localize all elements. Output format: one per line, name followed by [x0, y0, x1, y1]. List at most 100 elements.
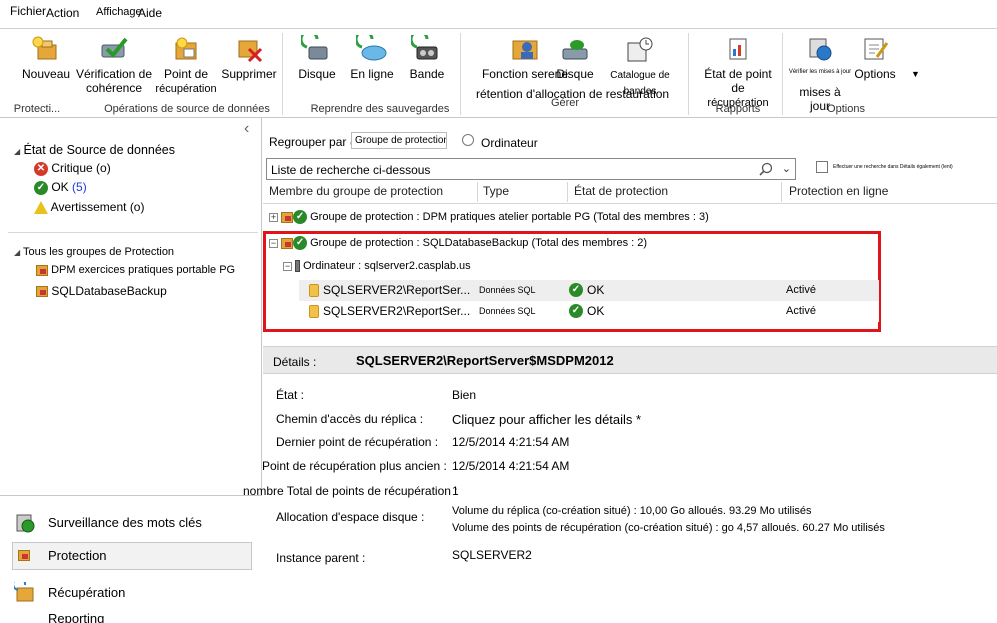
- database-icon: [309, 305, 319, 318]
- options-button[interactable]: Options: [852, 29, 898, 81]
- disk-allocation-label: Disque: [556, 67, 594, 81]
- group-node-sql-label: SQLDatabaseBackup: [51, 284, 167, 298]
- group-by-protection-option[interactable]: Groupe de protection: [351, 132, 447, 149]
- options-label: Options: [854, 67, 896, 81]
- tape-catalog-button[interactable]: Catalogue de bandes: [596, 29, 684, 99]
- protection-icon: [18, 550, 30, 561]
- column-protection-status[interactable]: État de protection: [574, 184, 668, 198]
- status-tree-header[interactable]: ◢ État de Source de données: [14, 143, 175, 157]
- disk-allocation-button[interactable]: Disque: [552, 29, 598, 81]
- resume-disk-icon: [301, 35, 328, 60]
- status-critical[interactable]: ✕ Critique (o): [34, 161, 111, 176]
- search-details-checkbox[interactable]: [816, 161, 828, 173]
- user-icon: [512, 40, 538, 60]
- protection-group-icon: [281, 237, 294, 249]
- ok-check-icon: ✓: [34, 180, 48, 195]
- detail-replica-path-link[interactable]: Cliquez pour afficher les détails *: [452, 412, 641, 427]
- detail-state-label: État :: [276, 388, 305, 402]
- resume-online-label: En ligne: [350, 67, 394, 81]
- options-icon: [864, 38, 889, 60]
- resume-online-icon: [356, 35, 387, 61]
- group-node-sql[interactable]: SQLDatabaseBackup: [36, 284, 167, 298]
- protection-group-icon: [281, 211, 294, 223]
- row-name: SQLSERVER2\ReportSer...: [323, 283, 471, 297]
- ribbon-separator: [782, 33, 783, 115]
- new-button[interactable]: Nouveau: [22, 29, 70, 81]
- detail-total-rp-label: nombre Total de points de récupération :: [243, 484, 458, 498]
- column-online-protection[interactable]: Protection en ligne: [789, 184, 888, 198]
- status-ok-label: OK: [51, 180, 69, 194]
- menu-fichier[interactable]: Fichier: [10, 4, 46, 18]
- new-group-icon: [32, 36, 57, 60]
- tape-catalog-icon: [627, 37, 653, 62]
- group-by-label: Regrouper par @: [269, 135, 362, 149]
- resume-disk-button[interactable]: Disque: [292, 29, 342, 81]
- collapse-icon[interactable]: −: [269, 238, 278, 248]
- ok-check-icon: ✓: [569, 283, 583, 297]
- error-icon: ✕: [34, 161, 48, 176]
- status-warning[interactable]: Avertissement (o): [34, 200, 145, 215]
- column-member[interactable]: Membre du groupe de protection: [269, 184, 443, 198]
- table-row[interactable]: SQLSERVER2\ReportSer... Données SQL ✓ OK…: [299, 301, 879, 322]
- row-online: Activé: [786, 284, 816, 296]
- status-ok[interactable]: ✓ OK (5): [34, 180, 87, 195]
- protection-group-icon: [36, 286, 48, 298]
- group-row-dpm[interactable]: + ✓ Groupe de protection : DPM pratiques…: [269, 210, 709, 224]
- ribbon-dropdown-icon[interactable]: ▼: [911, 69, 920, 79]
- nav-recovery-label: Récupération: [48, 585, 126, 600]
- nav-monitoring[interactable]: Surveillance des mots clés: [0, 506, 262, 540]
- group-node-dpm[interactable]: DPM exercices pratiques portable PG: [36, 264, 235, 276]
- main-content: Regrouper par @ Groupe de protection Ord…: [243, 118, 997, 622]
- resume-online-button[interactable]: En ligne: [345, 29, 399, 81]
- report-icon: [729, 38, 747, 60]
- detail-parent-instance-value: SQLSERVER2: [452, 548, 532, 562]
- computer-row[interactable]: − Ordinateur : sqlserver2.casplab.us: [283, 260, 471, 273]
- recovery-point-button[interactable]: Point de récupération: [152, 29, 220, 96]
- search-icon[interactable]: [759, 162, 773, 176]
- divider: [8, 232, 258, 233]
- nav-recovery[interactable]: Récupération: [0, 576, 262, 610]
- menu-action[interactable]: Action: [46, 6, 79, 20]
- delete-button[interactable]: Supprimer: [220, 29, 278, 81]
- status-warning-label: Avertissement (o): [50, 200, 145, 214]
- column-type[interactable]: Type: [483, 184, 509, 198]
- menu-aide[interactable]: Aide: [138, 6, 162, 20]
- delete-icon: [238, 40, 263, 63]
- row-type: Données SQL: [479, 285, 536, 295]
- recovery-point-icon: [175, 37, 197, 60]
- delete-label: Supprimer: [221, 67, 277, 81]
- menu-affichage[interactable]: Affichage: [96, 6, 142, 18]
- all-groups-node[interactable]: ◢ Tous les groupes de Protection: [14, 246, 174, 258]
- details-label: Détails :: [273, 355, 317, 369]
- left-navigation-panel: ‹ ◢ État de Source de données ✕ Critique…: [0, 118, 262, 623]
- search-input-text: Liste de recherche ci-dessous: [271, 163, 431, 177]
- check-updates-button[interactable]: Vérifier les mises à jour mises à jour: [788, 29, 852, 113]
- group-row-dpm-label: Groupe de protection : DPM pratiques ate…: [310, 210, 709, 223]
- group-by-computer-radio[interactable]: [462, 134, 474, 146]
- collapse-panel-icon[interactable]: ‹: [244, 120, 249, 138]
- detail-disk-allocation-line2: Volume des points de récupération (co-cr…: [452, 522, 885, 534]
- consistency-check-button[interactable]: Vérification de cohérence: [74, 29, 154, 95]
- status-header-label: État de Source de données: [23, 143, 176, 157]
- status-critical-label: Critique (o): [51, 161, 111, 175]
- expand-icon[interactable]: +: [269, 212, 278, 222]
- recovery-point-status-button[interactable]: État de point de récupération: [696, 29, 780, 110]
- nav-protection[interactable]: Protection: [0, 540, 262, 574]
- nav-reporting[interactable]: Reporting: [0, 608, 262, 623]
- consistency-check-label-2: cohérence: [85, 81, 143, 95]
- group-row-sql[interactable]: − ✓ Groupe de protection : SQLDatabaseBa…: [269, 236, 647, 250]
- row-online: Activé: [786, 305, 816, 317]
- warning-icon: [34, 201, 48, 215]
- collapse-icon[interactable]: −: [283, 261, 292, 271]
- group-label-options: Options: [827, 103, 865, 115]
- recovery-point-label-2: récupération: [155, 83, 217, 95]
- search-input[interactable]: Liste de recherche ci-dessous ⌄: [266, 158, 796, 180]
- chevron-down-icon[interactable]: ⌄: [782, 162, 791, 175]
- resume-tape-button[interactable]: Bande: [404, 29, 450, 81]
- nav-monitoring-label: Surveillance des mots clés: [48, 515, 202, 530]
- detail-state-value: Bien: [452, 388, 477, 402]
- search-details-label: Effectuer une recherche dans Détails éga…: [833, 164, 953, 170]
- detail-disk-allocation-label: Allocation d'espace disque :: [276, 510, 425, 524]
- column-separator: [477, 182, 478, 202]
- table-row[interactable]: SQLSERVER2\ReportSer... Données SQL ✓ OK…: [299, 280, 879, 301]
